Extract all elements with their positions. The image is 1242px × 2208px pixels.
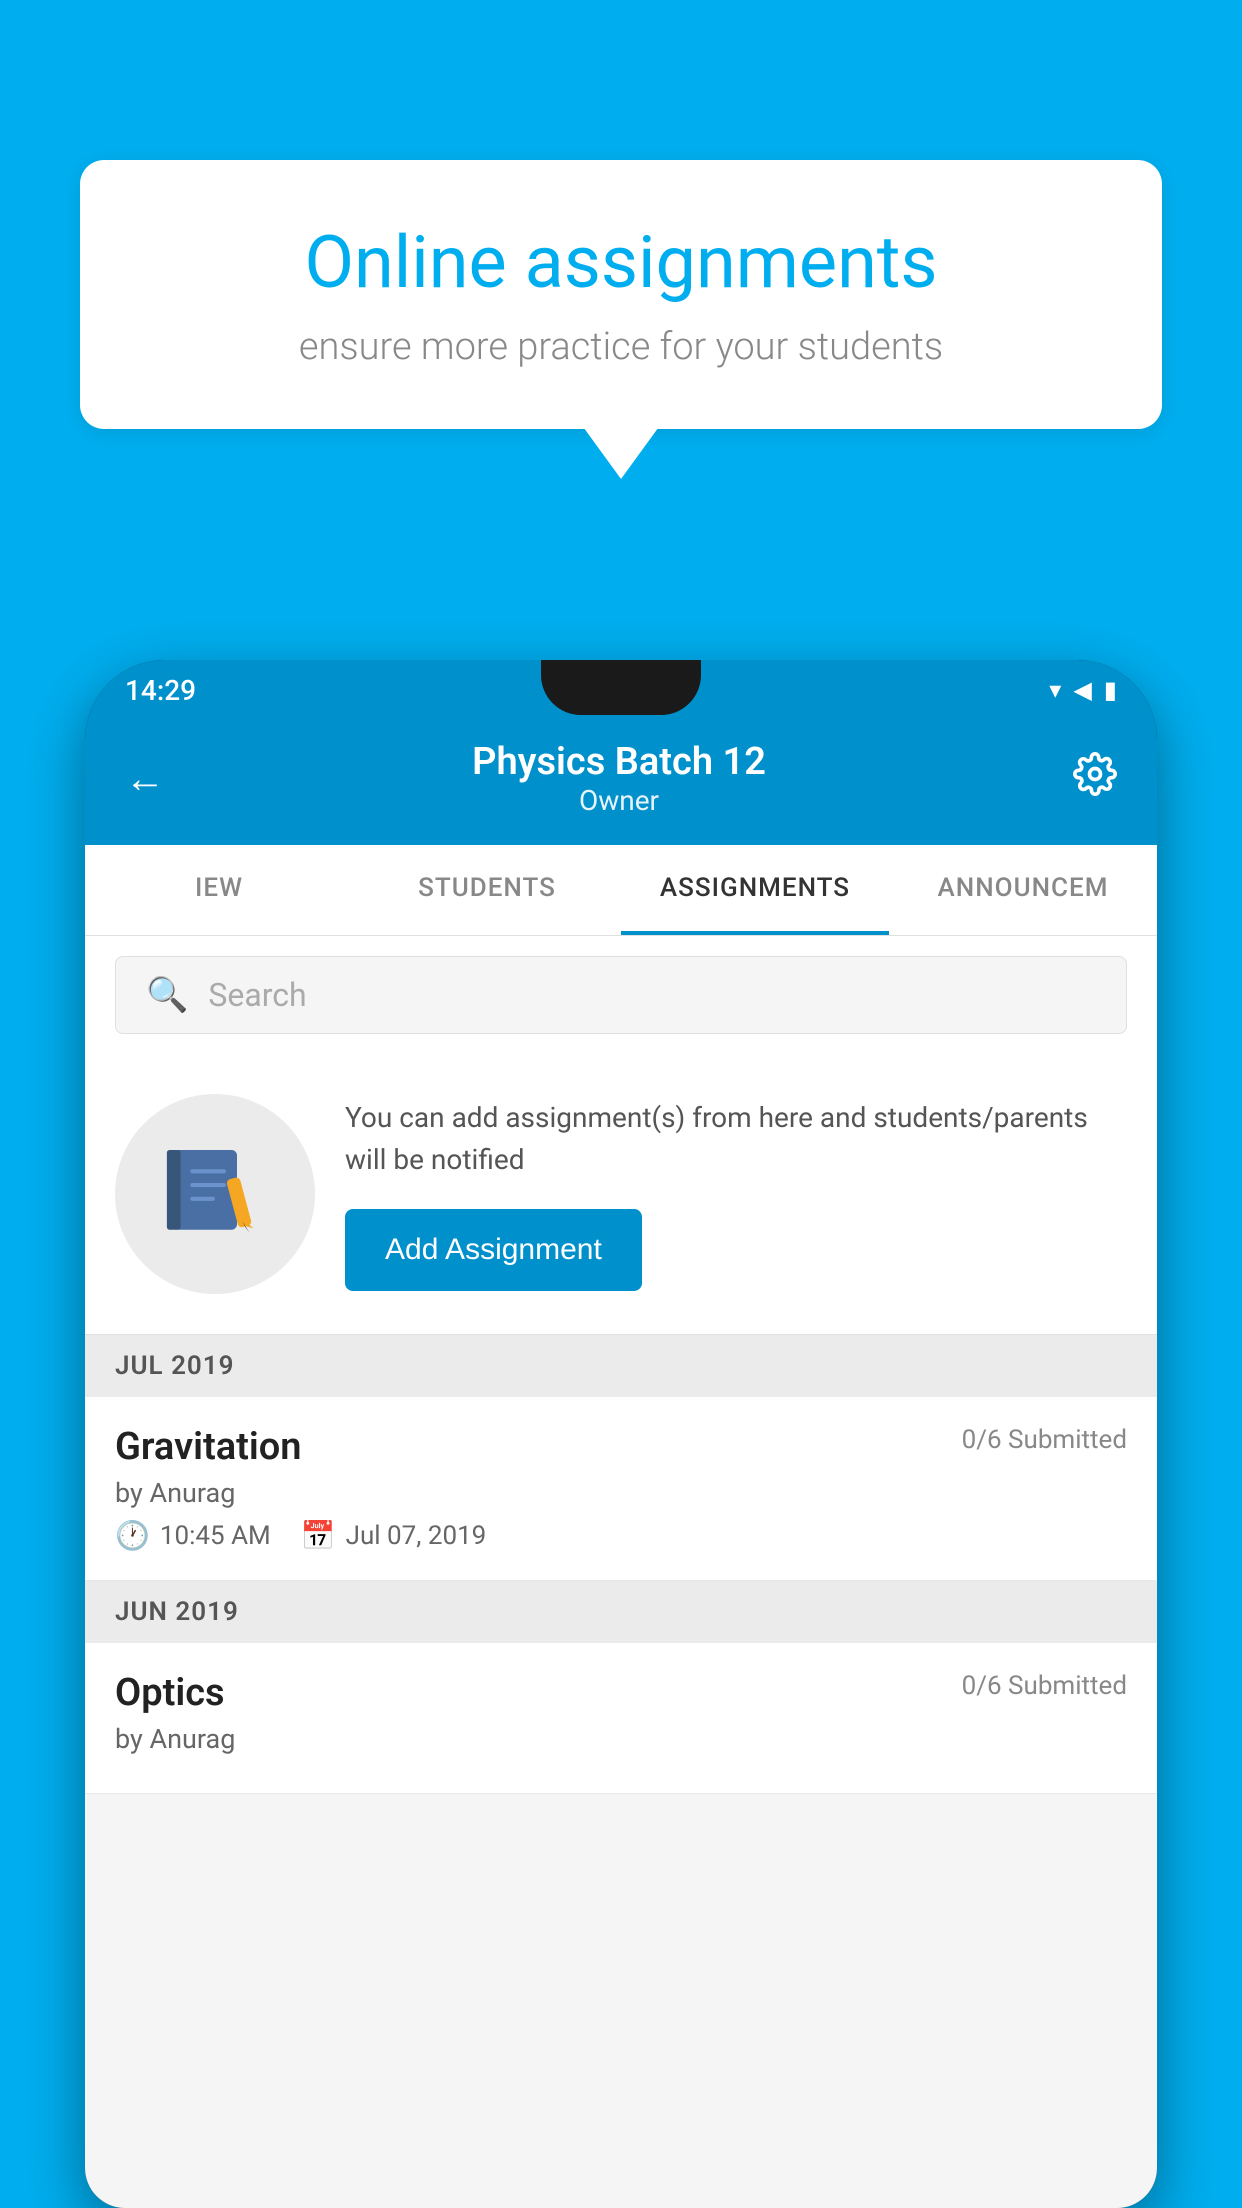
tab-assignments[interactable]: ASSIGNMENTS <box>621 845 889 935</box>
header-title-container: Physics Batch 12 Owner <box>472 740 766 817</box>
add-assignment-promo: You can add assignment(s) from here and … <box>85 1054 1157 1335</box>
phone-frame: 14:29 ▾ ◀ ▮ ← Physics Batch 12 Owner IEW… <box>85 660 1157 2208</box>
tab-announcements[interactable]: ANNOUNCEM <box>889 845 1157 935</box>
assignment-submitted: 0/6 Submitted <box>962 1425 1127 1455</box>
assignment-top-row: Gravitation 0/6 Submitted <box>115 1425 1127 1469</box>
page-title: Physics Batch 12 <box>472 740 766 784</box>
page-subtitle: Owner <box>472 784 766 817</box>
tabs-container: IEW STUDENTS ASSIGNMENTS ANNOUNCEM <box>85 845 1157 936</box>
back-button[interactable]: ← <box>125 755 165 802</box>
assignment-time: 10:45 AM <box>160 1521 271 1551</box>
tab-iew[interactable]: IEW <box>85 845 353 935</box>
status-bar: 14:29 ▾ ◀ ▮ <box>85 660 1157 720</box>
calendar-icon: 📅 <box>301 1519 336 1552</box>
meta-date: 📅 Jul 07, 2019 <box>301 1519 487 1552</box>
assignment-top-row-2: Optics 0/6 Submitted <box>115 1671 1127 1715</box>
signal-icon: ◀ <box>1073 676 1091 704</box>
battery-icon: ▮ <box>1104 676 1117 704</box>
assignment-icon-circle <box>115 1094 315 1294</box>
search-bar[interactable]: 🔍 Search <box>115 956 1127 1034</box>
assignment-submitted-2: 0/6 Submitted <box>962 1671 1127 1701</box>
clock-icon: 🕐 <box>115 1519 150 1552</box>
phone-notch <box>541 660 701 715</box>
settings-icon[interactable] <box>1073 752 1117 806</box>
tab-students[interactable]: STUDENTS <box>353 845 621 935</box>
status-time: 14:29 <box>125 674 196 707</box>
assignment-by-2: by Anurag <box>115 1723 1127 1755</box>
search-placeholder: Search <box>208 976 306 1014</box>
meta-time: 🕐 10:45 AM <box>115 1519 271 1552</box>
bubble-title: Online assignments <box>150 220 1092 305</box>
table-row[interactable]: Gravitation 0/6 Submitted by Anurag 🕐 10… <box>85 1397 1157 1581</box>
assignment-name-2: Optics <box>115 1671 225 1715</box>
assignment-meta: 🕐 10:45 AM 📅 Jul 07, 2019 <box>115 1519 1127 1552</box>
table-row[interactable]: Optics 0/6 Submitted by Anurag <box>85 1643 1157 1794</box>
promo-text: You can add assignment(s) from here and … <box>345 1097 1127 1181</box>
assignment-by: by Anurag <box>115 1477 1127 1509</box>
section-header-jun: JUN 2019 <box>85 1581 1157 1643</box>
speech-bubble: Online assignments ensure more practice … <box>80 160 1162 429</box>
speech-bubble-container: Online assignments ensure more practice … <box>80 160 1162 429</box>
search-container: 🔍 Search <box>85 936 1157 1054</box>
assignment-icon-svg <box>160 1139 270 1249</box>
app-content: 🔍 Search <box>85 936 1157 2208</box>
section-header-jul: JUL 2019 <box>85 1335 1157 1397</box>
wifi-icon: ▾ <box>1049 676 1061 704</box>
bubble-subtitle: ensure more practice for your students <box>150 325 1092 369</box>
status-icons: ▾ ◀ ▮ <box>1049 676 1117 704</box>
add-assignment-button[interactable]: Add Assignment <box>345 1209 642 1291</box>
assignment-name: Gravitation <box>115 1425 302 1469</box>
assignment-date: Jul 07, 2019 <box>346 1521 487 1551</box>
promo-right: You can add assignment(s) from here and … <box>345 1097 1127 1291</box>
app-header: ← Physics Batch 12 Owner <box>85 720 1157 845</box>
search-icon: 🔍 <box>146 975 188 1015</box>
